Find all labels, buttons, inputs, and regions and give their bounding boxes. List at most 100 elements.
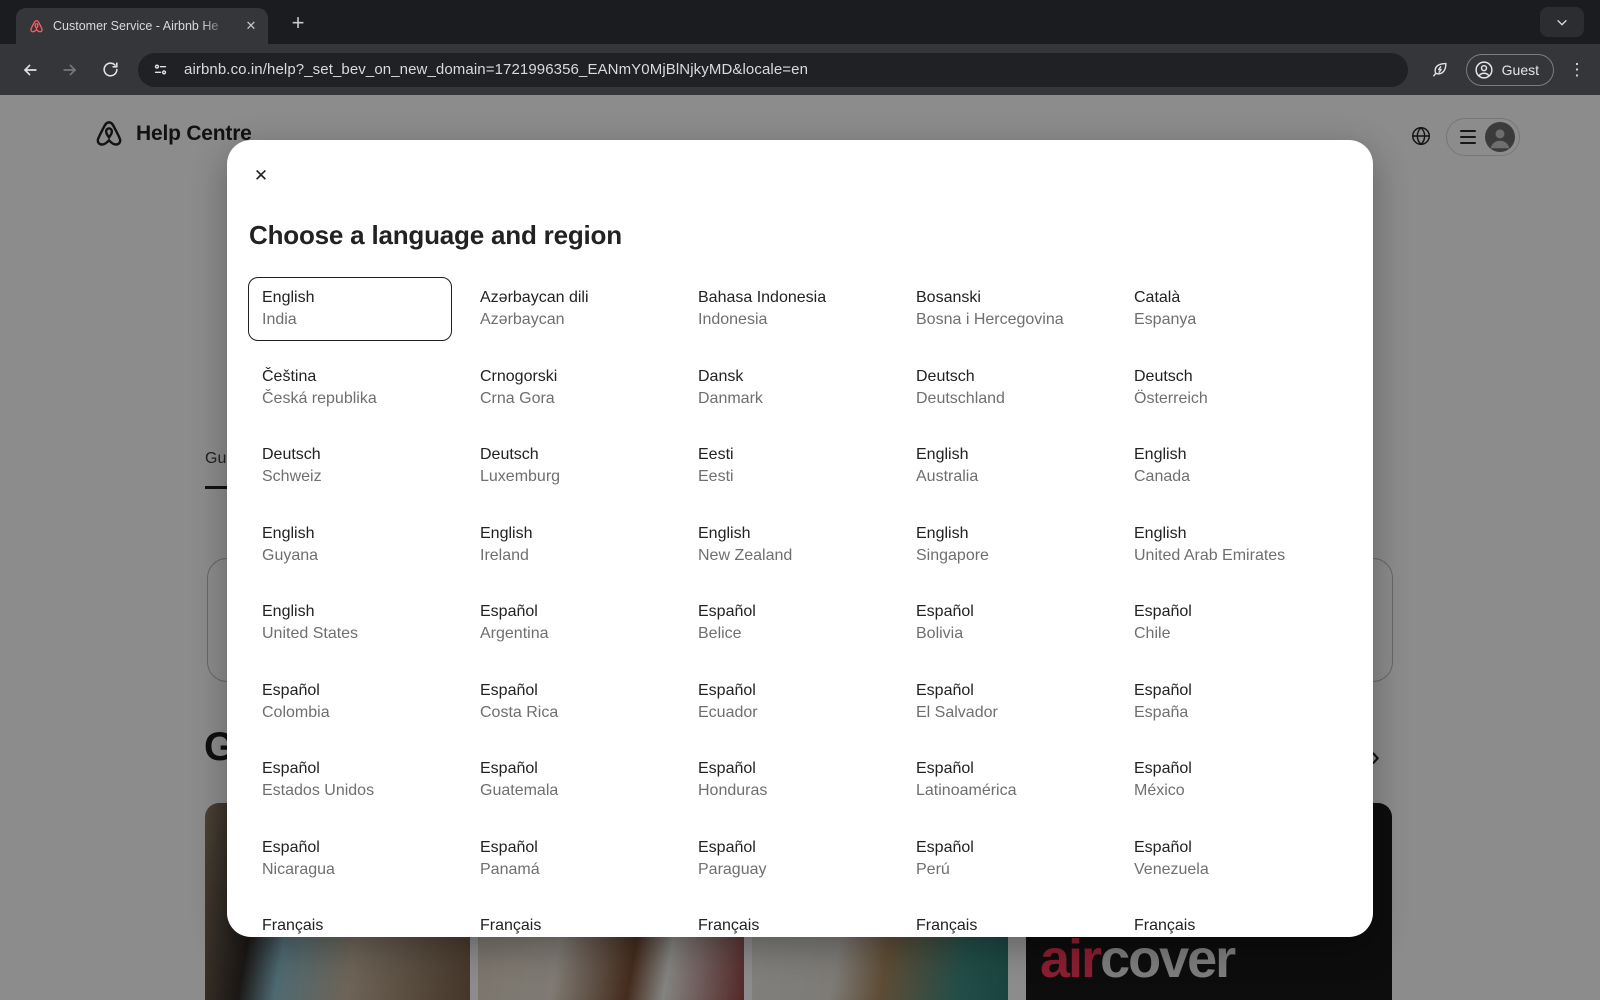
language-option[interactable]: Bosanski Bosna i Hercegovina	[902, 277, 1106, 341]
language-option[interactable]: Français	[684, 905, 888, 937]
language-region: Panamá	[480, 860, 656, 880]
language-option[interactable]: Français	[1120, 905, 1324, 937]
arrow-right-icon	[60, 60, 80, 80]
language-region: Chile	[1134, 624, 1310, 644]
language-option[interactable]: Eesti Eesti	[684, 434, 888, 498]
language-name: Deutsch	[480, 445, 656, 465]
language-name: Eesti	[698, 445, 874, 465]
language-option[interactable]: Bahasa Indonesia Indonesia	[684, 277, 888, 341]
language-name: English	[480, 524, 656, 544]
language-region: Bolivia	[916, 624, 1092, 644]
language-option[interactable]: Deutsch Deutschland	[902, 356, 1106, 420]
language-name: English	[262, 524, 438, 544]
language-option[interactable]: Español Chile	[1120, 591, 1324, 655]
language-option[interactable]: English United States	[248, 591, 452, 655]
language-option[interactable]: Azərbaycan dili Azərbaycan	[466, 277, 670, 341]
language-option[interactable]: Español Honduras	[684, 748, 888, 812]
language-option[interactable]: Español Nicaragua	[248, 827, 452, 891]
language-region: Ireland	[480, 546, 656, 566]
language-option[interactable]: Español El Salvador	[902, 670, 1106, 734]
browser-profile-button[interactable]: Guest	[1466, 54, 1554, 86]
language-region: Latinoamérica	[916, 781, 1092, 801]
url-text: airbnb.co.in/help?_set_bev_on_new_domain…	[184, 61, 808, 78]
language-option[interactable]: English Ireland	[466, 513, 670, 577]
language-option[interactable]: English New Zealand	[684, 513, 888, 577]
language-region: México	[1134, 781, 1310, 801]
language-option[interactable]: Dansk Danmark	[684, 356, 888, 420]
language-option[interactable]: English Australia	[902, 434, 1106, 498]
language-option[interactable]: Español Estados Unidos	[248, 748, 452, 812]
language-option[interactable]: Español Colombia	[248, 670, 452, 734]
language-name: Español	[480, 759, 656, 779]
language-region: Australia	[916, 467, 1092, 487]
language-option[interactable]: Deutsch Österreich	[1120, 356, 1324, 420]
language-name: Čeština	[262, 367, 438, 387]
language-option[interactable]: Français	[902, 905, 1106, 937]
energy-saver-leaf-icon	[1430, 60, 1449, 79]
language-option[interactable]: Deutsch Schweiz	[248, 434, 452, 498]
forward-button[interactable]	[52, 52, 88, 88]
language-name: Deutsch	[916, 367, 1092, 387]
language-name: Français	[262, 916, 438, 936]
language-name: Bahasa Indonesia	[698, 288, 874, 308]
tab-search-button[interactable]	[1540, 7, 1584, 37]
language-region: España	[1134, 703, 1310, 723]
language-option[interactable]: Español Perú	[902, 827, 1106, 891]
language-option[interactable]: Español Latinoamérica	[902, 748, 1106, 812]
tab-close-icon[interactable]: ✕	[242, 17, 260, 35]
language-region: Honduras	[698, 781, 874, 801]
language-region: Crna Gora	[480, 389, 656, 409]
language-option[interactable]: Čeština Česká republika	[248, 356, 452, 420]
language-option[interactable]: Español Paraguay	[684, 827, 888, 891]
language-region: El Salvador	[916, 703, 1092, 723]
language-option[interactable]: English Canada	[1120, 434, 1324, 498]
language-name: Deutsch	[1134, 367, 1310, 387]
language-option[interactable]: English Guyana	[248, 513, 452, 577]
language-option[interactable]: Español Guatemala	[466, 748, 670, 812]
language-name: Español	[916, 681, 1092, 701]
language-name: Español	[698, 838, 874, 858]
browser-menu-button[interactable]: ⋮	[1566, 60, 1588, 80]
language-option[interactable]: Español México	[1120, 748, 1324, 812]
reload-button[interactable]	[92, 52, 128, 88]
site-settings-icon[interactable]	[147, 57, 173, 83]
language-option[interactable]: English India	[248, 277, 452, 341]
airbnb-favicon-icon	[28, 18, 45, 35]
language-option[interactable]: Español Ecuador	[684, 670, 888, 734]
language-region: Belice	[698, 624, 874, 644]
language-region: Espanya	[1134, 310, 1310, 330]
chevron-down-icon	[1554, 14, 1570, 30]
performance-button[interactable]	[1422, 52, 1458, 88]
language-option[interactable]: Català Espanya	[1120, 277, 1324, 341]
language-option[interactable]: Español Venezuela	[1120, 827, 1324, 891]
close-button[interactable]: ✕	[243, 158, 279, 194]
language-option[interactable]: Español Costa Rica	[466, 670, 670, 734]
language-option[interactable]: Français	[248, 905, 452, 937]
language-option[interactable]: English United Arab Emirates	[1120, 513, 1324, 577]
language-region: United States	[262, 624, 438, 644]
language-region: Paraguay	[698, 860, 874, 880]
language-option[interactable]: Español Belice	[684, 591, 888, 655]
language-option[interactable]: Français	[466, 905, 670, 937]
browser-tab[interactable]: Customer Service - Airbnb He ✕	[16, 8, 268, 44]
person-circle-icon	[1473, 59, 1495, 81]
language-name: Español	[480, 681, 656, 701]
language-option[interactable]: Español Bolivia	[902, 591, 1106, 655]
reload-icon	[101, 60, 120, 79]
language-option[interactable]: English Singapore	[902, 513, 1106, 577]
new-tab-button[interactable]: +	[284, 10, 312, 38]
language-option[interactable]: Crnogorski Crna Gora	[466, 356, 670, 420]
language-name: Español	[1134, 838, 1310, 858]
address-bar[interactable]: airbnb.co.in/help?_set_bev_on_new_domain…	[138, 53, 1408, 87]
language-region: Guatemala	[480, 781, 656, 801]
language-grid: English India Azərbaycan dili Azərbaycan…	[248, 277, 1352, 937]
language-region: Indonesia	[698, 310, 874, 330]
tab-title: Customer Service - Airbnb He	[53, 19, 234, 33]
language-region: Ecuador	[698, 703, 874, 723]
language-option[interactable]: Español Panamá	[466, 827, 670, 891]
language-region: Česká republika	[262, 389, 438, 409]
back-button[interactable]	[12, 52, 48, 88]
language-option[interactable]: Deutsch Luxemburg	[466, 434, 670, 498]
language-option[interactable]: Español España	[1120, 670, 1324, 734]
language-option[interactable]: Español Argentina	[466, 591, 670, 655]
